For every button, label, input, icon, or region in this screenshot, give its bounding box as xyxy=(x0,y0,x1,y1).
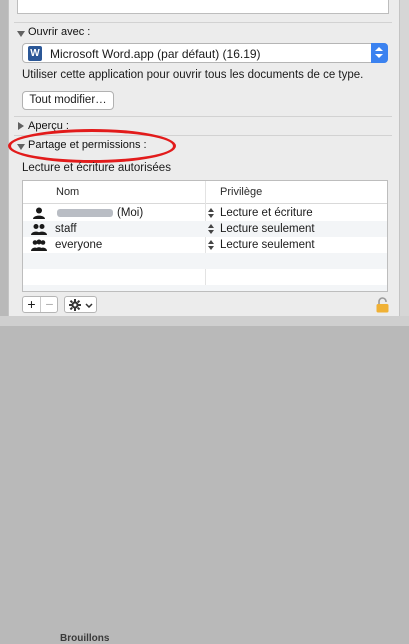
application-name: Microsoft Word.app (par défaut) (16.19) xyxy=(50,47,261,61)
table-row[interactable]: staff Lecture seulement xyxy=(23,221,387,237)
open-with-label: Ouvrir avec : xyxy=(28,26,91,38)
application-popup[interactable]: W Microsoft Word.app (par défaut) (16.19… xyxy=(22,43,388,63)
privilege-stepper-icon[interactable] xyxy=(207,207,215,219)
separator xyxy=(14,22,392,23)
remove-button[interactable]: − xyxy=(41,297,58,312)
redacted-username xyxy=(57,209,113,217)
popup-arrows-icon xyxy=(371,43,388,63)
row-privilege[interactable]: Lecture seulement xyxy=(220,239,315,251)
lock-icon[interactable] xyxy=(375,297,390,313)
row-name: (Moi) xyxy=(117,207,144,219)
privilege-stepper-icon[interactable] xyxy=(207,239,215,251)
row-privilege[interactable]: Lecture seulement xyxy=(220,223,315,235)
group-icon xyxy=(31,224,47,235)
open-with-description: Utiliser cette application pour ouvrir t… xyxy=(22,69,364,81)
row-name: everyone xyxy=(55,239,103,251)
column-header-privilege[interactable]: Privilège xyxy=(220,186,262,198)
privilege-stepper-icon[interactable] xyxy=(207,223,215,235)
separator xyxy=(14,116,392,117)
word-icon: W xyxy=(28,46,42,61)
top-preview-box xyxy=(17,0,389,14)
disclosure-open-icon[interactable] xyxy=(17,31,25,37)
table-row[interactable]: (Moi) Lecture et écriture xyxy=(23,205,387,221)
add-remove-buttons: + − xyxy=(22,296,58,313)
red-highlight-ellipse xyxy=(8,129,176,163)
column-header-name[interactable]: Nom xyxy=(56,186,79,198)
row-privilege[interactable]: Lecture et écriture xyxy=(220,207,313,219)
background-text: Brouillons xyxy=(60,633,110,644)
disclosure-closed-icon[interactable] xyxy=(18,122,24,130)
table-row-empty xyxy=(23,253,387,269)
table-row[interactable]: everyone Lecture seulement xyxy=(23,237,387,253)
table-row-empty xyxy=(23,285,387,291)
permissions-table: Nom Privilège (Moi) Lecture et écriture … xyxy=(22,180,388,292)
sharing-description: Lecture et écriture autorisées xyxy=(22,162,171,174)
window-edge-bottom: Brouillons xyxy=(0,316,409,644)
gear-icon xyxy=(69,299,81,311)
add-button[interactable]: + xyxy=(23,297,40,312)
chevron-down-icon xyxy=(85,303,93,308)
everyone-group-icon xyxy=(31,239,47,251)
row-name: staff xyxy=(55,223,77,235)
change-all-button[interactable]: Tout modifier… xyxy=(22,91,114,110)
single-user-icon xyxy=(33,207,45,219)
action-menu-button[interactable] xyxy=(64,296,97,313)
